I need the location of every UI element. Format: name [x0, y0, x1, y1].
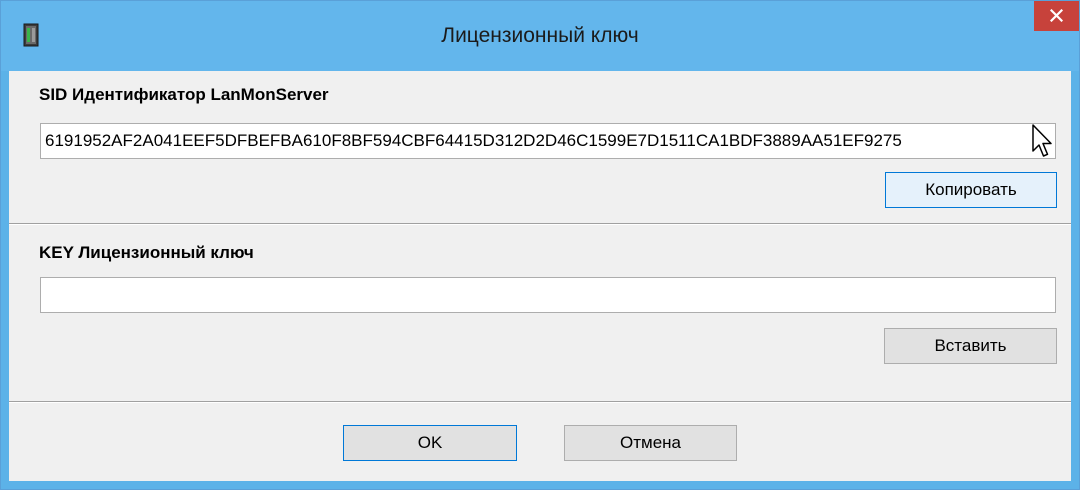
close-icon [1050, 9, 1063, 22]
mouse-pointer-icon [1032, 124, 1052, 157]
cancel-button[interactable]: Отмена [564, 425, 737, 461]
footer-divider [9, 401, 1071, 403]
title-bar[interactable]: Лицензионный ключ [1, 1, 1079, 71]
section-divider [9, 223, 1071, 225]
paste-button[interactable]: Вставить [884, 328, 1057, 364]
sid-label: SID Идентификатор LanMonServer [39, 85, 329, 104]
ok-button[interactable]: OK [343, 425, 517, 461]
close-button[interactable] [1034, 1, 1079, 31]
copy-button[interactable]: Копировать [885, 172, 1057, 208]
dialog-body: SID Идентификатор LanMonServer Копироват… [9, 71, 1071, 481]
sid-field[interactable] [40, 123, 1056, 159]
license-key-input[interactable] [40, 277, 1056, 313]
window-title: Лицензионный ключ [441, 24, 639, 47]
key-label: KEY Лицензионный ключ [39, 243, 254, 262]
license-key-dialog: Лицензионный ключ SID Идентификатор LanM… [0, 0, 1080, 490]
